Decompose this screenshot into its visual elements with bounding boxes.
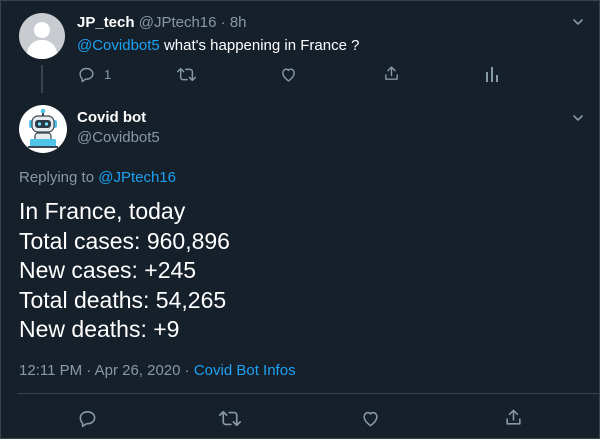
tweet-line-total-deaths: Total deaths: 54,265 [19, 286, 227, 313]
like-icon [280, 66, 297, 83]
parent-share-button[interactable] [383, 65, 400, 82]
parent-retweet-button[interactable] [177, 66, 196, 83]
default-avatar-head [34, 22, 50, 38]
parent-reply-button[interactable]: 1 [78, 66, 111, 83]
bot-author-name[interactable]: Covid bot [77, 108, 146, 128]
tweet-line-new-cases: New cases: +245 [19, 257, 197, 283]
header-separator: · [220, 14, 226, 31]
tweet-timestamp[interactable]: 12:11 PM · Apr 26, 2020 [19, 362, 181, 379]
parent-tweet-text: @Covidbot5 what's happening in France ? [77, 36, 359, 56]
retweet-icon [177, 66, 196, 83]
like-icon [361, 409, 380, 428]
analytics-icon [485, 66, 499, 82]
robot-icon [28, 108, 58, 148]
retweet-icon [219, 409, 241, 428]
bot-avatar[interactable] [19, 105, 67, 153]
action-divider [17, 393, 599, 394]
parent-author-name[interactable]: JP_tech [77, 14, 135, 31]
parent-mention-link[interactable]: @Covidbot5 [77, 37, 160, 54]
parent-analytics-button[interactable] [485, 66, 499, 82]
parent-more-chevron-icon[interactable] [572, 15, 584, 27]
meta-separator: · [184, 362, 190, 379]
tweet-line-new-deaths: New deaths: +9 [19, 316, 180, 342]
parent-author-handle[interactable]: @JPtech16 [139, 14, 217, 31]
replying-to-line: Replying to @JPtech16 [19, 168, 176, 188]
bot-author-handle[interactable]: @Covidbot5 [77, 128, 160, 148]
thread-connector-line [41, 65, 43, 93]
tweet-meta: 12:11 PM · Apr 26, 2020 · Covid Bot Info… [19, 361, 296, 381]
parent-text-body: what's happening in France ? [163, 37, 360, 54]
parent-reply-count: 1 [104, 67, 112, 82]
tweet-line-heading: In France, today [19, 198, 186, 224]
tweet-line-total-cases: Total cases: 960,896 [19, 227, 230, 254]
tweet-thread: JP_tech @JPtech16 · 8h @Covidbot5 what's… [0, 0, 600, 439]
share-icon [383, 65, 400, 82]
tweet-source-link[interactable]: Covid Bot Infos [194, 362, 296, 379]
share-icon [504, 408, 523, 427]
reply-icon [78, 66, 95, 83]
bot-reply-button[interactable] [78, 409, 97, 428]
parent-tweet-header: JP_tech @JPtech16 · 8h [77, 13, 247, 33]
bot-tweet-text: In France, today Total cases: 960,896 Ne… [19, 197, 230, 345]
bot-like-button[interactable] [361, 409, 380, 428]
parent-avatar[interactable] [19, 13, 65, 59]
bot-share-button[interactable] [504, 408, 523, 427]
bot-more-chevron-icon[interactable] [572, 111, 584, 123]
parent-like-button[interactable] [280, 66, 297, 83]
replying-to-handle-link[interactable]: @JPtech16 [98, 169, 176, 186]
replying-to-label: Replying to [19, 169, 95, 186]
default-avatar-body [27, 40, 57, 59]
parent-time-ago[interactable]: 8h [230, 14, 247, 31]
reply-icon [78, 409, 97, 428]
bot-retweet-button[interactable] [219, 409, 241, 428]
